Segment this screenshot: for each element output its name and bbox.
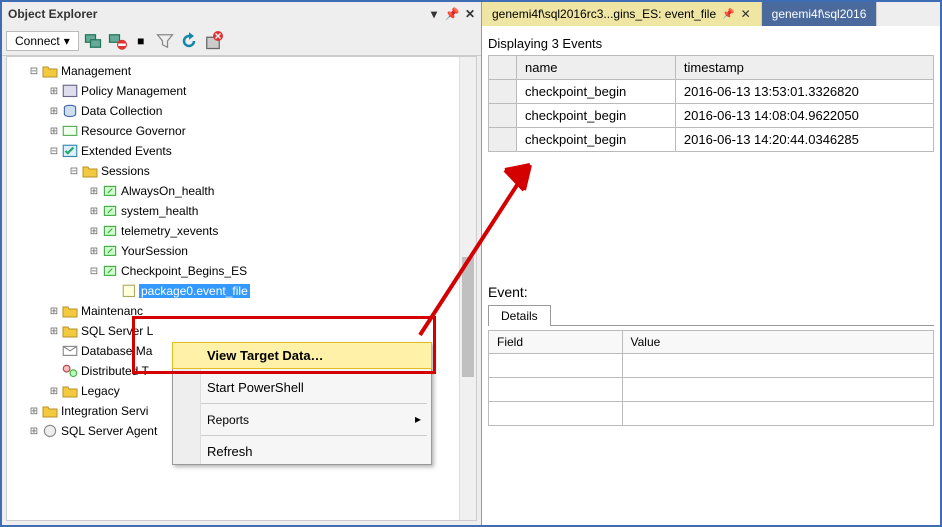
expand-icon[interactable]: ⊞: [87, 186, 101, 197]
mail-icon: [61, 343, 79, 359]
folder-icon: [61, 323, 79, 339]
panel-dropdown-icon[interactable]: ▾: [427, 7, 441, 21]
delete-icon[interactable]: [203, 31, 223, 51]
collapse-icon[interactable]: ⊟: [67, 166, 81, 177]
tree-sqlserver-logs[interactable]: ⊞SQL Server L: [7, 321, 476, 341]
pin-icon[interactable]: 📌: [445, 7, 459, 21]
expand-icon[interactable]: ⊞: [47, 86, 61, 97]
rowheader-col: [489, 56, 517, 80]
close-icon[interactable]: ✕: [463, 7, 477, 21]
expand-icon[interactable]: ⊞: [87, 206, 101, 217]
pin-icon[interactable]: 📌: [722, 9, 734, 20]
collapse-icon[interactable]: ⊟: [87, 266, 101, 277]
events-count-label: Displaying 3 Events: [488, 32, 934, 55]
menu-start-powershell[interactable]: Start PowerShell: [173, 375, 431, 400]
tree-system-health[interactable]: ⊞system_health: [7, 201, 476, 221]
panel-title: Object Explorer: [8, 7, 97, 21]
disconnect-icon[interactable]: [107, 31, 127, 51]
expand-icon[interactable]: ⊞: [47, 106, 61, 117]
expand-icon[interactable]: ⊞: [27, 406, 41, 417]
events-table: name timestamp checkpoint_begin2016-06-1…: [488, 55, 934, 152]
close-icon[interactable]: ✕: [741, 7, 751, 21]
session-icon: [101, 223, 119, 239]
folder-icon: [61, 303, 79, 319]
table-row: [489, 354, 934, 378]
expand-icon[interactable]: ⊞: [47, 126, 61, 137]
session-icon: [101, 183, 119, 199]
expand-icon[interactable]: ⊞: [27, 426, 41, 437]
xevents-icon: [61, 143, 79, 159]
data-icon: [61, 103, 79, 119]
agent-icon: [41, 423, 59, 439]
folder-icon: [81, 163, 99, 179]
session-icon: [101, 243, 119, 259]
tab-other[interactable]: genemi4f\sql2016: [762, 2, 878, 26]
resource-icon: [61, 123, 79, 139]
menu-reports[interactable]: Reports▸: [173, 407, 431, 432]
tree-checkpoint[interactable]: ⊟Checkpoint_Begins_ES: [7, 261, 476, 281]
connect-icon[interactable]: [83, 31, 103, 51]
tab-bar: genemi4f\sql2016rc3...gins_ES: event_fil…: [482, 2, 940, 26]
expand-icon[interactable]: ⊞: [47, 326, 61, 337]
refresh-icon[interactable]: [179, 31, 199, 51]
event-label: Event:: [488, 284, 934, 304]
tree-alwayson[interactable]: ⊞AlwaysOn_health: [7, 181, 476, 201]
folder-icon: [41, 403, 59, 419]
toolbar: Connect ▾ ■: [2, 26, 481, 56]
tree-data-collection[interactable]: ⊞Data Collection: [7, 101, 476, 121]
col-field[interactable]: Field: [489, 331, 623, 354]
collapse-icon[interactable]: ⊟: [27, 66, 41, 77]
submenu-arrow-icon: ▸: [415, 412, 421, 426]
tree-yoursession[interactable]: ⊞YourSession: [7, 241, 476, 261]
menu-separator: [177, 435, 427, 436]
scrollbar[interactable]: [459, 57, 476, 520]
expand-icon[interactable]: ⊞: [47, 306, 61, 317]
scrollbar-thumb[interactable]: [462, 257, 474, 377]
table-row: [489, 378, 934, 402]
menu-separator: [177, 371, 427, 372]
connect-button[interactable]: Connect ▾: [6, 31, 79, 51]
table-row: [489, 402, 934, 426]
tab-event-file[interactable]: genemi4f\sql2016rc3...gins_ES: event_fil…: [482, 2, 762, 26]
expand-icon[interactable]: ⊞: [47, 386, 61, 397]
table-row[interactable]: checkpoint_begin2016-06-13 13:53:01.3326…: [489, 80, 934, 104]
col-timestamp[interactable]: timestamp: [675, 56, 933, 80]
policy-icon: [61, 83, 79, 99]
tree-telemetry[interactable]: ⊞telemetry_xevents: [7, 221, 476, 241]
events-panel: genemi4f\sql2016rc3...gins_ES: event_fil…: [482, 2, 940, 525]
menu-view-target-data[interactable]: View Target Data…: [172, 342, 432, 369]
tree-policy[interactable]: ⊞Policy Management: [7, 81, 476, 101]
context-menu: View Target Data… Start PowerShell Repor…: [172, 342, 432, 465]
panel-title-bar: Object Explorer ▾ 📌 ✕: [2, 2, 481, 26]
filter-icon[interactable]: [155, 31, 175, 51]
col-value[interactable]: Value: [622, 331, 934, 354]
session-icon: [101, 203, 119, 219]
tree-resource-gov[interactable]: ⊞Resource Governor: [7, 121, 476, 141]
collapse-icon[interactable]: ⊟: [47, 146, 61, 157]
folder-icon: [41, 63, 59, 79]
details-table: Field Value: [488, 330, 934, 426]
menu-refresh[interactable]: Refresh: [173, 439, 431, 464]
distributed-icon: [61, 363, 79, 379]
table-row[interactable]: checkpoint_begin2016-06-13 14:20:44.0346…: [489, 128, 934, 152]
expand-icon[interactable]: ⊞: [87, 226, 101, 237]
folder-icon: [61, 383, 79, 399]
table-row[interactable]: checkpoint_begin2016-06-13 14:08:04.9622…: [489, 104, 934, 128]
menu-separator: [177, 403, 427, 404]
chevron-down-icon: ▾: [64, 34, 70, 48]
target-icon: [121, 283, 139, 299]
stop-icon[interactable]: ■: [131, 31, 151, 51]
tree-extended-events[interactable]: ⊟Extended Events: [7, 141, 476, 161]
expand-icon[interactable]: ⊞: [87, 246, 101, 257]
session-icon: [101, 263, 119, 279]
tree-package0[interactable]: package0.event_file: [7, 281, 476, 301]
tree-management[interactable]: ⊟Management: [7, 61, 476, 81]
tree-sessions[interactable]: ⊟Sessions: [7, 161, 476, 181]
tree-maintenance[interactable]: ⊞Maintenanc: [7, 301, 476, 321]
col-name[interactable]: name: [517, 56, 676, 80]
tab-details[interactable]: Details: [488, 305, 551, 326]
